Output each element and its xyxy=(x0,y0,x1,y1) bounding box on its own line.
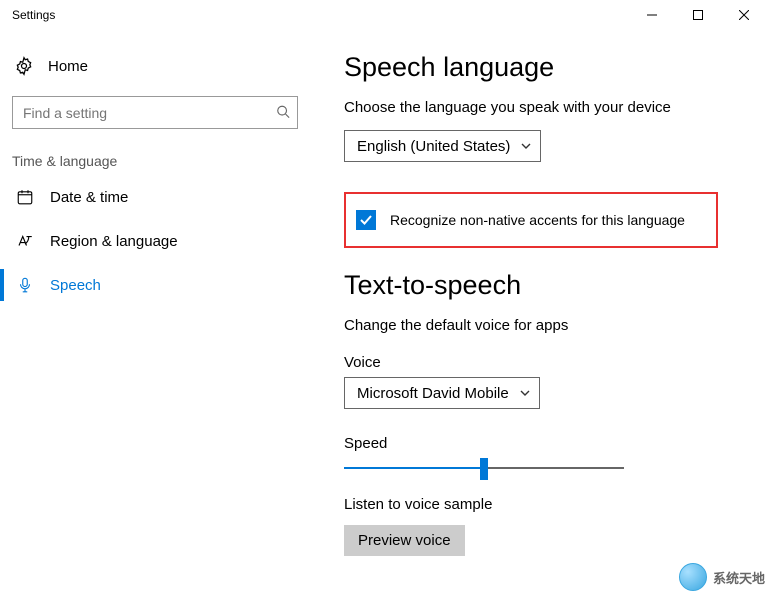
close-button[interactable] xyxy=(721,0,767,30)
sidebar: Home Time & language Date & time xyxy=(0,30,310,593)
maximize-button[interactable] xyxy=(675,0,721,30)
sidebar-item-label: Speech xyxy=(50,277,101,294)
voice-select[interactable]: Microsoft David Mobile xyxy=(344,377,540,409)
clock-icon xyxy=(16,188,34,206)
sidebar-item-speech[interactable]: Speech xyxy=(0,263,310,307)
speed-label: Speed xyxy=(344,435,737,452)
select-value: Microsoft David Mobile xyxy=(357,385,509,402)
minimize-button[interactable] xyxy=(629,0,675,30)
speech-language-heading: Speech language xyxy=(344,52,737,83)
tts-desc: Change the default voice for apps xyxy=(344,317,737,334)
search-input[interactable] xyxy=(12,96,298,129)
chevron-down-icon xyxy=(519,387,531,399)
watermark: 系统天地 xyxy=(679,563,765,591)
slider-fill xyxy=(344,467,484,469)
accent-checkbox-row[interactable]: Recognize non-native accents for this la… xyxy=(356,210,696,230)
gear-icon xyxy=(14,56,34,76)
sidebar-item-date-time[interactable]: Date & time xyxy=(0,175,310,219)
speech-language-desc: Choose the language you speak with your … xyxy=(344,99,737,116)
titlebar: Settings xyxy=(0,0,767,30)
body: Home Time & language Date & time xyxy=(0,30,767,593)
window-title: Settings xyxy=(12,8,55,22)
voice-label: Voice xyxy=(344,354,737,371)
slider-thumb[interactable] xyxy=(480,458,488,480)
globe-icon xyxy=(679,563,707,591)
home-nav-item[interactable]: Home xyxy=(0,46,310,86)
sidebar-category: Time & language xyxy=(0,143,310,175)
checkbox-checked-icon xyxy=(356,210,376,230)
tts-heading: Text-to-speech xyxy=(344,270,737,301)
language-icon xyxy=(16,232,34,250)
chevron-down-icon xyxy=(520,140,532,152)
microphone-icon xyxy=(16,276,34,294)
select-value: English (United States) xyxy=(357,138,510,155)
sidebar-item-region-language[interactable]: Region & language xyxy=(0,219,310,263)
listen-label: Listen to voice sample xyxy=(344,496,737,513)
content: Speech language Choose the language you … xyxy=(310,30,767,593)
speech-language-select[interactable]: English (United States) xyxy=(344,130,541,162)
window-controls xyxy=(629,0,767,30)
sidebar-item-label: Region & language xyxy=(50,233,178,250)
sidebar-item-label: Date & time xyxy=(50,189,128,206)
preview-voice-button[interactable]: Preview voice xyxy=(344,525,465,556)
speed-slider[interactable] xyxy=(344,458,624,478)
watermark-text: 系统天地 xyxy=(713,568,765,587)
accent-checkbox-label: Recognize non-native accents for this la… xyxy=(390,212,685,228)
search-wrap xyxy=(0,86,310,143)
home-label: Home xyxy=(48,58,88,75)
search-icon xyxy=(276,104,290,121)
highlight-box: Recognize non-native accents for this la… xyxy=(344,192,718,248)
